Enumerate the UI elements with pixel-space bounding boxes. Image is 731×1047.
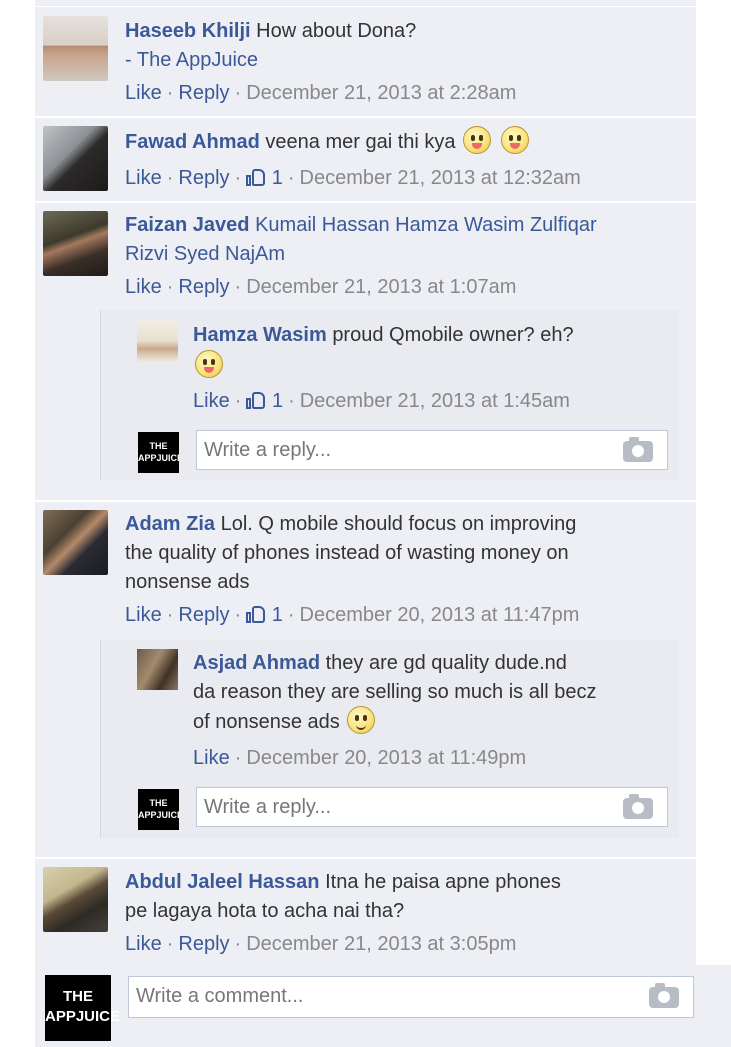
reply-link[interactable]: Reply [178,933,229,955]
thumbs-up-icon [246,391,266,409]
like-link[interactable]: Like [125,276,162,298]
avatar[interactable] [43,16,108,81]
reply-actions: Like · 1 · December 21, 2013 at 1:45am [193,390,570,412]
comment-author[interactable]: Faizan Javed [125,214,250,236]
comment-author[interactable]: Haseeb Khilji [125,20,251,42]
reply-text-line: of nonsense ads [193,706,377,737]
reply-link[interactable]: Reply [178,167,229,189]
reply-link[interactable]: Reply [178,82,229,104]
reply-timestamp[interactable]: December 21, 2013 at 1:45am [300,390,570,412]
divider [35,116,696,118]
reply-text: proud Qmobile owner? eh? [332,324,574,346]
comment-body: Abdul Jaleel Hassan Itna he paisa apne p… [125,867,561,897]
smile-emoji-icon [347,706,376,734]
comment-text: Itna he paisa apne phones [325,871,561,893]
reply-input[interactable]: Write a reply... [196,787,668,827]
comment-body: Adam Zia Lol. Q mobile should focus on i… [125,509,576,539]
comment-actions: Like · Reply · December 21, 2013 at 1:07am [125,276,517,298]
comment-actions: Like · Reply · 1 · December 20, 2013 at 11:47… [125,604,580,626]
comment-body: Faizan Javed Kumail Hassan Hamza Wasim Z… [125,210,597,240]
like-count[interactable]: 1 [272,167,283,189]
reply-author[interactable]: Asjad Ahmad [193,652,320,674]
tagged-users[interactable]: Kumail Hassan Hamza Wasim Zulfiqar [255,214,597,236]
comment-author[interactable]: Fawad Ahmad [125,131,260,153]
comment-text: nonsense ads [125,571,250,593]
reply-actions: Like · December 20, 2013 at 11:49pm [193,747,527,769]
divider [35,201,696,203]
reply-input[interactable]: Write a reply... [196,430,668,470]
page-logo: THE APPJUICE [138,432,179,473]
comment-timestamp[interactable]: December 21, 2013 at 1:07am [246,276,516,298]
like-link[interactable]: Like [193,390,230,412]
comment-actions: Like · Reply · December 21, 2013 at 2:28am [125,82,517,104]
like-count[interactable]: 1 [272,390,283,412]
like-count[interactable]: 1 [272,604,283,626]
avatar[interactable] [43,867,108,932]
reply-author[interactable]: Hamza Wasim [193,324,327,346]
tagged-users[interactable]: Rizvi Syed NajAm [125,239,285,269]
avatar[interactable] [137,320,178,361]
like-link[interactable]: Like [193,747,230,769]
comment-text: pe lagaya hota to acha nai tha? [125,900,405,922]
comment-text: veena mer gai thi kya [265,131,456,153]
comment-body: Fawad Ahmad veena mer gai thi kya [125,126,531,157]
tongue-emoji-icon [500,126,529,154]
avatar[interactable] [43,126,108,191]
reply-link[interactable]: Reply [178,276,229,298]
comment-author[interactable]: Abdul Jaleel Hassan [125,871,320,893]
comment-placeholder: Write a comment... [136,985,304,1007]
reply-body: Asjad Ahmad they are gd quality dude.nd [193,648,567,678]
comment-timestamp[interactable]: December 21, 2013 at 12:32am [300,167,581,189]
reply-body: Hamza Wasim proud Qmobile owner? eh? [193,320,574,350]
reply-placeholder: Write a reply... [204,796,332,818]
camera-icon[interactable] [649,983,679,1008]
avatar[interactable] [43,211,108,276]
comment-actions: Like · Reply · 1 · December 21, 2013 at 12:32… [125,167,581,189]
avatar[interactable] [43,510,108,575]
comment-text: How about Dona? [256,20,417,42]
reply-placeholder: Write a reply... [204,439,332,461]
reply-emoji [193,350,225,381]
comment-timestamp[interactable]: December 21, 2013 at 3:05pm [246,933,516,955]
page-logo: THE APPJUICE [138,789,179,830]
camera-icon[interactable] [623,437,653,462]
avatar[interactable] [137,649,178,690]
like-link[interactable]: Like [125,933,162,955]
comment-text: Lol. Q mobile should focus on improving [220,513,577,535]
reply-link[interactable]: Reply [178,604,229,626]
tongue-emoji-icon [195,350,223,378]
comment-body: Haseeb Khilji How about Dona? [125,16,416,46]
like-link[interactable]: Like [125,604,162,626]
comment-text: the quality of phones instead of wasting… [125,542,569,564]
thumbs-up-icon [246,168,266,186]
divider [35,500,696,502]
page-logo: THE APPJUICE [45,975,120,1041]
thumbs-up-icon [246,605,266,623]
comment-actions: Like · Reply · December 21, 2013 at 3:05pm [125,933,517,955]
reply-timestamp[interactable]: December 20, 2013 at 11:49pm [246,747,526,769]
comment-timestamp[interactable]: December 21, 2013 at 2:28am [246,82,516,104]
tongue-emoji-icon [463,126,492,154]
comment-author[interactable]: Adam Zia [125,513,215,535]
reply-text: da reason they are selling so much is al… [193,681,597,703]
comment-timestamp[interactable]: December 20, 2013 at 11:47pm [300,604,580,626]
divider [35,857,696,859]
comment-text-link[interactable]: - The AppJuice [125,45,258,75]
reply-text: of nonsense ads [193,711,340,733]
reply-text: they are gd quality dude.nd [325,652,567,674]
like-link[interactable]: Like [125,82,162,104]
like-link[interactable]: Like [125,167,162,189]
camera-icon[interactable] [623,794,653,819]
comment-input[interactable]: Write a comment... [128,976,694,1018]
divider [35,6,696,7]
